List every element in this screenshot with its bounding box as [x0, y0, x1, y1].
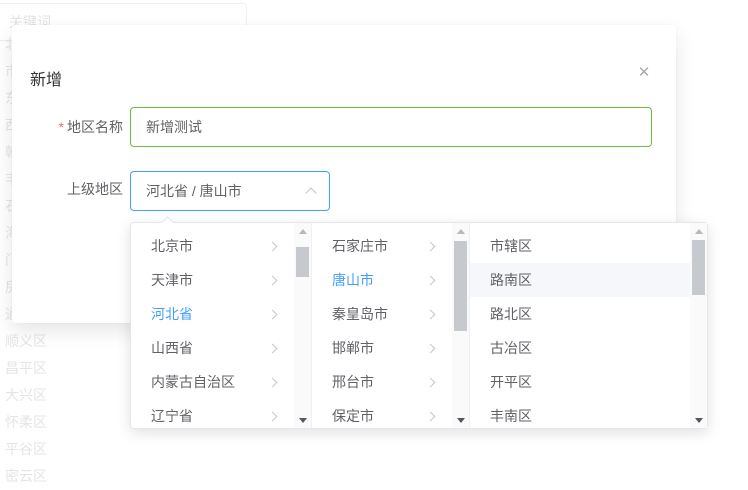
cascader-option-list: 市辖区路南区路北区古冶区开平区丰南区 [470, 223, 690, 428]
chevron-right-icon [268, 411, 278, 421]
cascader-option-label: 路北区 [490, 304, 532, 324]
cascader-option[interactable]: 石家庄市 [312, 229, 452, 263]
cascader-dropdown: 北京市天津市河北省山西省内蒙古自治区辽宁省石家庄市唐山市秦皇岛市邯郸市邢台市保定… [130, 222, 708, 429]
cascader-option-label: 唐山市 [332, 270, 374, 290]
cascader-option-label: 秦皇岛市 [332, 304, 388, 324]
close-icon[interactable]: ✕ [634, 63, 654, 83]
cascader-option-label: 河北省 [151, 304, 193, 324]
cascader-column-district: 市辖区路南区路北区古冶区开平区丰南区 [470, 223, 707, 428]
scrollbar-down-arrow[interactable] [452, 413, 469, 427]
cascader-option-label: 石家庄市 [332, 236, 388, 256]
cascader-option-label: 北京市 [151, 236, 193, 256]
background-list-item: 密云区 [5, 463, 61, 490]
cascader-option-label: 邢台市 [332, 372, 374, 392]
parent-region-select[interactable] [130, 171, 330, 211]
cascader-option[interactable]: 邢台市 [312, 365, 452, 399]
scrollbar-thumb[interactable] [454, 241, 467, 331]
parent-region-label: 上级地区 [12, 179, 123, 199]
cascader-option-label: 开平区 [490, 372, 532, 392]
cascader-option[interactable]: 邯郸市 [312, 331, 452, 365]
parent-region-select-input[interactable] [130, 171, 330, 211]
chevron-right-icon [268, 343, 278, 353]
cascader-option[interactable]: 路北区 [470, 297, 690, 331]
cascader-option-label: 内蒙古自治区 [151, 372, 235, 392]
required-asterisk: * [59, 119, 64, 135]
chevron-right-icon [268, 309, 278, 319]
scrollbar-down-arrow[interactable] [690, 413, 707, 427]
cascader-option-label: 市辖区 [490, 236, 532, 256]
scrollbar-thumb[interactable] [296, 247, 309, 277]
cascader-option-label: 山西省 [151, 338, 193, 358]
triangle-down-icon [299, 418, 307, 423]
region-name-input[interactable] [130, 107, 652, 147]
cascader-column-province: 北京市天津市河北省山西省内蒙古自治区辽宁省 [131, 223, 312, 428]
scrollbar[interactable] [690, 223, 707, 428]
triangle-down-icon [695, 418, 703, 423]
cascader-option[interactable]: 路南区 [470, 263, 690, 297]
background-list-item: 平谷区 [5, 436, 61, 463]
background-list-item: 顺义区 [5, 328, 61, 355]
triangle-down-icon [457, 418, 465, 423]
chevron-right-icon [426, 343, 436, 353]
scrollbar[interactable] [452, 223, 469, 428]
scrollbar-down-arrow[interactable] [294, 413, 311, 427]
chevron-right-icon [426, 275, 436, 285]
chevron-right-icon [268, 377, 278, 387]
cascader-option[interactable]: 山西省 [131, 331, 294, 365]
cascader-option[interactable]: 河北省 [131, 297, 294, 331]
cascader-column-city: 石家庄市唐山市秦皇岛市邯郸市邢台市保定市 [312, 223, 470, 428]
cascader-option[interactable]: 市辖区 [470, 229, 690, 263]
triangle-up-icon [695, 229, 703, 234]
chevron-right-icon [426, 241, 436, 251]
background-list-item: 昌平区 [5, 355, 61, 382]
cascader-option[interactable]: 天津市 [131, 263, 294, 297]
background-list-item: 怀柔区 [5, 409, 61, 436]
cascader-option[interactable]: 古冶区 [470, 331, 690, 365]
cascader-option-label: 丰南区 [490, 406, 532, 426]
scrollbar-up-arrow[interactable] [452, 224, 469, 238]
cascader-option-label: 保定市 [332, 406, 374, 426]
cascader-option-label: 古冶区 [490, 338, 532, 358]
cascader-option[interactable]: 辽宁省 [131, 399, 294, 428]
chevron-right-icon [426, 411, 436, 421]
scrollbar-thumb[interactable] [692, 240, 705, 295]
background-list-item: 大兴区 [5, 382, 61, 409]
chevron-right-icon [426, 309, 436, 319]
chevron-right-icon [268, 275, 278, 285]
cascader-option-label: 天津市 [151, 270, 193, 290]
cascader-option-label: 路南区 [490, 270, 532, 290]
cascader-option-label: 邯郸市 [332, 338, 374, 358]
region-name-label-text: 地区名称 [67, 119, 123, 135]
cascader-option[interactable]: 秦皇岛市 [312, 297, 452, 331]
region-name-label: *地区名称 [12, 117, 123, 137]
scrollbar[interactable] [294, 223, 311, 428]
cascader-option[interactable]: 保定市 [312, 399, 452, 428]
scrollbar-up-arrow[interactable] [294, 224, 311, 238]
parent-region-label-text: 上级地区 [67, 181, 123, 197]
chevron-right-icon [268, 241, 278, 251]
cascader-option[interactable]: 内蒙古自治区 [131, 365, 294, 399]
scrollbar-up-arrow[interactable] [690, 224, 707, 238]
cascader-option-list: 北京市天津市河北省山西省内蒙古自治区辽宁省 [131, 223, 294, 428]
cascader-option[interactable]: 开平区 [470, 365, 690, 399]
triangle-up-icon [299, 229, 307, 234]
chevron-right-icon [426, 377, 436, 387]
cascader-option[interactable]: 北京市 [131, 229, 294, 263]
cascader-option[interactable]: 唐山市 [312, 263, 452, 297]
cascader-option[interactable]: 丰南区 [470, 399, 690, 428]
cascader-option-list: 石家庄市唐山市秦皇岛市邯郸市邢台市保定市 [312, 223, 452, 428]
dialog-title: 新增 [30, 66, 62, 90]
cascader-option-label: 辽宁省 [151, 406, 193, 426]
triangle-up-icon [457, 229, 465, 234]
